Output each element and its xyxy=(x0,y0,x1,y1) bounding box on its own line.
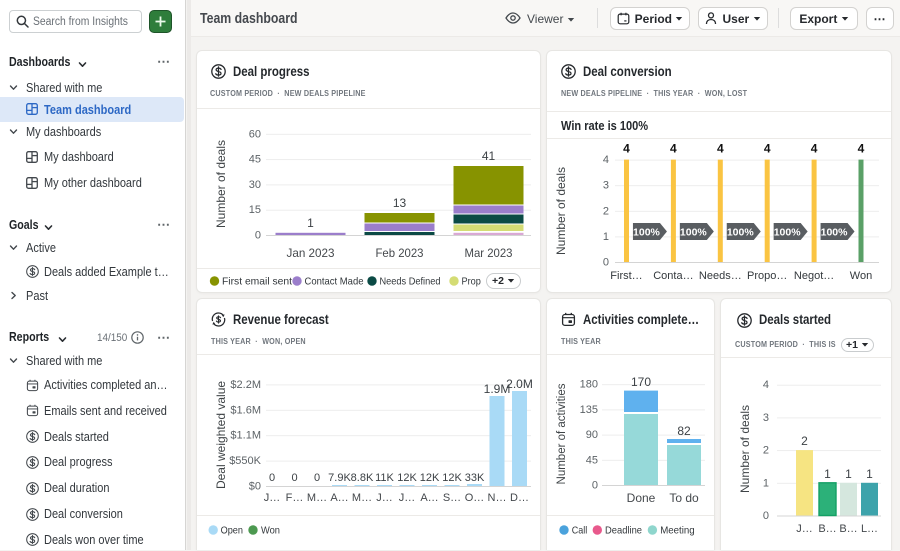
svg-text:B…: B… xyxy=(839,523,857,535)
svg-text:180: 180 xyxy=(580,379,598,391)
svg-text:Deadline: Deadline xyxy=(605,526,642,537)
svg-text:B…: B… xyxy=(818,523,836,535)
svg-text:3: 3 xyxy=(603,180,609,192)
svg-text:$1.1M: $1.1M xyxy=(230,430,261,442)
svg-text:Conta…: Conta… xyxy=(653,270,693,282)
svg-text:Mar 2023: Mar 2023 xyxy=(465,246,513,260)
svg-text:4: 4 xyxy=(811,142,818,156)
svg-text:D…: D… xyxy=(510,492,529,504)
svg-text:To do: To do xyxy=(669,491,699,505)
svg-text:45: 45 xyxy=(586,454,598,466)
svg-text:12K: 12K xyxy=(442,472,462,484)
svg-text:8.8K: 8.8K xyxy=(351,472,374,484)
svg-text:15: 15 xyxy=(249,204,261,216)
svg-text:J…: J… xyxy=(376,492,393,504)
svg-text:Jan 2023: Jan 2023 xyxy=(287,246,335,260)
svg-text:Needs…: Needs… xyxy=(699,270,742,282)
svg-text:1: 1 xyxy=(307,216,314,230)
svg-text:170: 170 xyxy=(631,375,651,389)
svg-text:7.9K: 7.9K xyxy=(328,472,351,484)
svg-text:60: 60 xyxy=(249,128,261,140)
svg-text:Number of deals: Number of deals xyxy=(738,405,752,493)
svg-text:O…: O… xyxy=(465,492,485,504)
svg-text:0: 0 xyxy=(603,257,609,269)
svg-text:11K: 11K xyxy=(375,472,394,484)
svg-text:1: 1 xyxy=(603,231,609,243)
svg-text:3: 3 xyxy=(763,412,769,424)
svg-text:F…: F… xyxy=(286,492,304,504)
svg-text:1: 1 xyxy=(866,467,873,481)
svg-text:$2.2M: $2.2M xyxy=(230,379,261,391)
svg-text:30: 30 xyxy=(249,179,261,191)
svg-text:J…: J… xyxy=(796,523,813,535)
svg-text:Call: Call xyxy=(572,526,588,537)
svg-text:First…: First… xyxy=(610,270,642,282)
svg-text:1: 1 xyxy=(845,467,852,481)
svg-text:Negot…: Negot… xyxy=(794,270,834,282)
svg-text:4: 4 xyxy=(623,142,630,156)
svg-text:0: 0 xyxy=(763,510,769,522)
svg-text:4: 4 xyxy=(717,142,724,156)
svg-text:Number of deals: Number of deals xyxy=(214,140,228,228)
svg-text:1: 1 xyxy=(824,467,831,481)
svg-text:Needs Defined: Needs Defined xyxy=(380,277,441,288)
svg-text:82: 82 xyxy=(677,424,691,438)
svg-text:L…: L… xyxy=(861,523,878,535)
svg-text:M…: M… xyxy=(307,492,327,504)
svg-text:100%: 100% xyxy=(680,227,708,239)
svg-text:Number of activities: Number of activities xyxy=(556,383,568,484)
svg-text:33K: 33K xyxy=(465,472,485,484)
svg-text:2: 2 xyxy=(801,434,808,448)
svg-text:Deal weighted value: Deal weighted value xyxy=(214,381,228,489)
svg-text:Won: Won xyxy=(850,270,872,282)
svg-text:4: 4 xyxy=(603,154,609,166)
svg-text:13: 13 xyxy=(393,196,407,210)
svg-text:45: 45 xyxy=(249,154,261,166)
svg-text:4: 4 xyxy=(858,142,865,156)
svg-text:0: 0 xyxy=(269,472,275,484)
svg-text:12K: 12K xyxy=(397,472,417,484)
svg-text:Open: Open xyxy=(221,526,244,537)
svg-text:4: 4 xyxy=(764,142,771,156)
svg-text:Won: Won xyxy=(261,526,280,537)
svg-text:135: 135 xyxy=(580,404,598,416)
svg-text:Propo…: Propo… xyxy=(747,270,787,282)
svg-text:Meeting: Meeting xyxy=(660,526,695,537)
svg-text:A…: A… xyxy=(330,492,348,504)
svg-text:41: 41 xyxy=(482,149,496,163)
svg-text:Number of deals: Number of deals xyxy=(554,167,568,255)
svg-text:Done: Done xyxy=(627,491,656,505)
svg-text:4: 4 xyxy=(763,379,769,391)
svg-text:4: 4 xyxy=(670,142,677,156)
svg-text:J…: J… xyxy=(399,492,416,504)
svg-text:0: 0 xyxy=(255,230,261,242)
svg-text:A…: A… xyxy=(420,492,438,504)
svg-text:S…: S… xyxy=(443,492,461,504)
svg-text:100%: 100% xyxy=(821,227,849,239)
svg-text:0: 0 xyxy=(314,472,320,484)
svg-text:First email sent: First email sent xyxy=(222,277,292,288)
svg-text:Feb 2023: Feb 2023 xyxy=(376,246,424,260)
svg-text:J…: J… xyxy=(264,492,281,504)
svg-text:100%: 100% xyxy=(727,227,755,239)
svg-text:$0: $0 xyxy=(249,481,261,493)
svg-text:M…: M… xyxy=(352,492,372,504)
svg-text:2: 2 xyxy=(603,205,609,217)
svg-text:0: 0 xyxy=(291,472,297,484)
svg-text:100%: 100% xyxy=(774,227,802,239)
svg-text:100%: 100% xyxy=(633,227,661,239)
svg-text:Contact Made: Contact Made xyxy=(305,277,364,288)
svg-text:1: 1 xyxy=(763,477,769,489)
svg-text:N…: N… xyxy=(488,492,507,504)
svg-text:12K: 12K xyxy=(420,472,440,484)
svg-text:0: 0 xyxy=(592,480,598,492)
svg-text:$1.6M: $1.6M xyxy=(230,404,261,416)
svg-text:$550K: $550K xyxy=(229,455,261,467)
svg-text:2.0M: 2.0M xyxy=(506,377,533,391)
svg-text:90: 90 xyxy=(586,429,598,441)
svg-text:2: 2 xyxy=(763,445,769,457)
